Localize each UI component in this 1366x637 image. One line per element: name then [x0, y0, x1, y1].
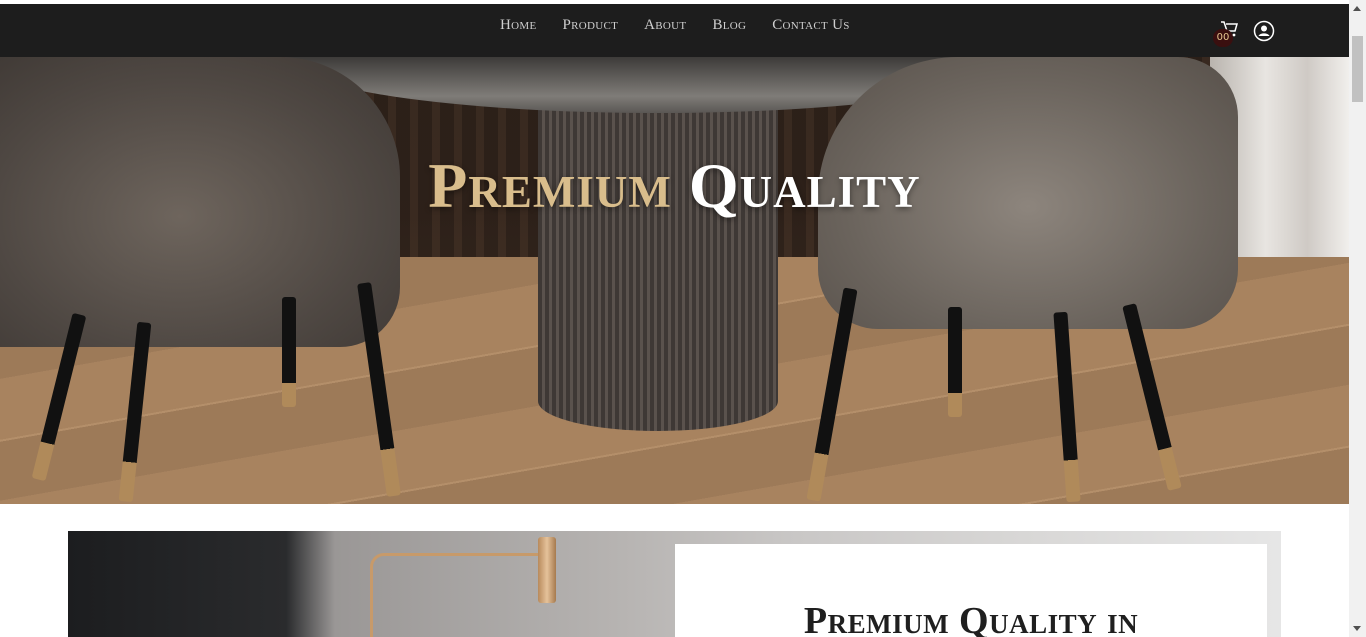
chair-leg [282, 297, 296, 407]
nav-product-link[interactable]: Product [562, 17, 618, 34]
lamp-arm-image [370, 553, 540, 637]
scroll-up-arrow-icon[interactable] [1353, 6, 1361, 11]
lamp-head-image [538, 537, 556, 603]
cart-button[interactable]: 00 [1213, 19, 1243, 47]
chair-leg [948, 307, 962, 417]
feature-title: Premium Quality in [803, 600, 1139, 637]
nav-about-link[interactable]: About [644, 17, 686, 34]
hero-title-part1: Premium [428, 150, 672, 221]
feature-section: Premium Quality in [68, 531, 1281, 637]
nav-home-link[interactable]: Home [500, 17, 536, 34]
page-scrollbar[interactable] [1349, 0, 1366, 637]
hero-banner: Premium Quality [0, 57, 1349, 504]
nav-blog-link[interactable]: Blog [712, 17, 746, 34]
feature-card: Premium Quality in [675, 544, 1267, 637]
hero-title-part2: Quality [688, 150, 921, 221]
main-nav: Home Product About Blog Contact Us [500, 17, 850, 34]
navbar: Home Product About Blog Contact Us 00 [0, 4, 1349, 57]
user-icon [1253, 20, 1275, 42]
scroll-down-arrow-icon[interactable] [1353, 626, 1361, 631]
account-button[interactable] [1253, 20, 1275, 42]
scroll-thumb[interactable] [1352, 36, 1363, 102]
nav-contact-link[interactable]: Contact Us [772, 17, 849, 34]
hero-title: Premium Quality [0, 149, 1349, 223]
cart-count-badge: 00 [1213, 29, 1233, 47]
